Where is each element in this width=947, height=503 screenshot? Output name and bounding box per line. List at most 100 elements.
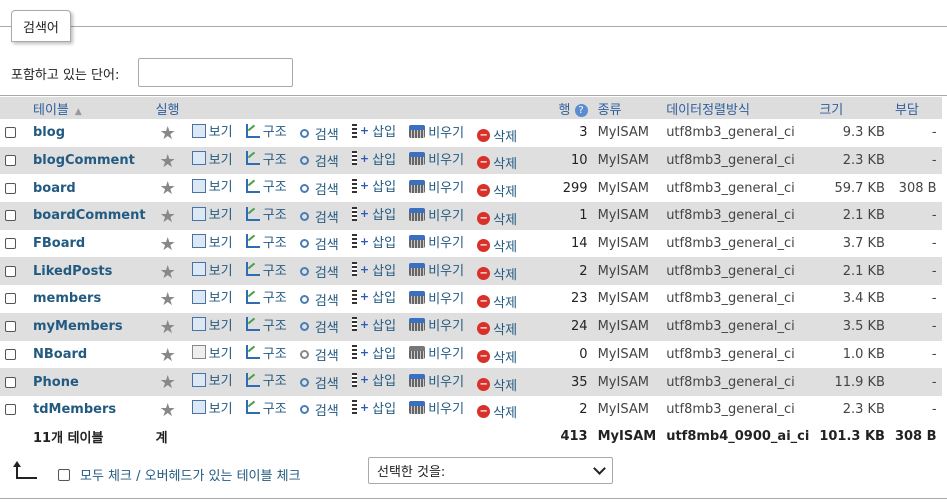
drop-action[interactable]: − 삭제 — [477, 236, 517, 255]
size-cell[interactable]: 2.1 KB — [814, 257, 890, 286]
header-size[interactable]: 크기 — [814, 97, 890, 119]
favorite-star-icon[interactable]: ★ — [160, 263, 176, 281]
row-checkbox[interactable] — [5, 293, 16, 305]
browse-action[interactable]: 보기 — [191, 121, 233, 140]
favorite-star-icon[interactable]: ★ — [160, 401, 176, 419]
drop-action[interactable]: − 삭제 — [477, 375, 517, 394]
search-action[interactable]: 검색 — [299, 262, 339, 281]
drop-action[interactable]: − 삭제 — [477, 209, 517, 228]
insert-action[interactable]: + 삽입 — [351, 315, 396, 334]
insert-action[interactable]: + 삽입 — [351, 260, 396, 279]
size-cell[interactable]: 3.4 KB — [814, 285, 890, 313]
insert-action[interactable]: + 삽입 — [351, 121, 396, 140]
row-checkbox[interactable] — [5, 376, 16, 388]
structure-action[interactable]: 구조 — [245, 398, 287, 417]
filter-input[interactable] — [138, 58, 293, 87]
size-cell[interactable]: 2.3 KB — [814, 146, 890, 175]
header-rows[interactable]: 행 ? — [544, 97, 593, 119]
header-overhead[interactable]: 부담 — [889, 97, 942, 119]
search-action[interactable]: 검색 — [299, 290, 339, 309]
search-action[interactable]: 검색 — [299, 345, 339, 364]
search-action[interactable]: 검색 — [299, 124, 339, 143]
size-cell[interactable]: 3.5 KB — [814, 312, 890, 341]
table-name-link[interactable]: NBoard — [33, 347, 87, 362]
structure-action[interactable]: 구조 — [245, 287, 287, 306]
insert-action[interactable]: + 삽입 — [351, 370, 396, 389]
size-cell[interactable]: 59.7 KB — [814, 174, 890, 203]
favorite-star-icon[interactable]: ★ — [160, 374, 176, 392]
size-cell[interactable]: 2.3 KB — [814, 395, 890, 424]
table-name-link[interactable]: blogComment — [33, 153, 135, 168]
search-action[interactable]: 검색 — [299, 400, 339, 419]
table-name-link[interactable]: Phone — [33, 375, 79, 390]
empty-action[interactable]: 비우기 — [409, 343, 464, 362]
empty-action[interactable]: 비우기 — [409, 371, 464, 390]
browse-action[interactable]: 보기 — [191, 398, 233, 417]
row-checkbox[interactable] — [5, 182, 16, 194]
size-cell[interactable]: 11.9 KB — [814, 368, 890, 396]
drop-action[interactable]: − 삭제 — [477, 347, 517, 366]
table-name-link[interactable]: board — [33, 181, 76, 196]
header-type[interactable]: 종류 — [592, 97, 662, 119]
drop-action[interactable]: − 삭제 — [477, 153, 517, 172]
structure-action[interactable]: 구조 — [245, 149, 287, 168]
empty-action[interactable]: 비우기 — [409, 122, 464, 141]
empty-action[interactable]: 비우기 — [409, 205, 464, 224]
table-name-link[interactable]: blog — [33, 125, 65, 140]
drop-action[interactable]: − 삭제 — [477, 264, 517, 283]
row-checkbox[interactable] — [5, 127, 16, 139]
table-name-link[interactable]: myMembers — [33, 319, 123, 334]
insert-action[interactable]: + 삽입 — [351, 343, 396, 362]
header-table[interactable]: 테이블 ▲ — [28, 97, 151, 119]
search-action[interactable]: 검색 — [299, 151, 339, 170]
browse-action[interactable]: 보기 — [191, 176, 233, 195]
with-selected-select[interactable]: 선택한 것을: — [368, 457, 613, 484]
row-checkbox[interactable] — [5, 210, 16, 222]
drop-action[interactable]: − 삭제 — [477, 181, 517, 200]
search-action[interactable]: 검색 — [299, 207, 339, 226]
structure-action[interactable]: 구조 — [245, 232, 287, 251]
empty-action[interactable]: 비우기 — [409, 315, 464, 334]
size-cell[interactable]: 3.7 KB — [814, 229, 890, 258]
drop-action[interactable]: − 삭제 — [477, 319, 517, 338]
row-checkbox[interactable] — [5, 265, 16, 277]
insert-action[interactable]: + 삽입 — [351, 149, 396, 168]
structure-action[interactable]: 구조 — [245, 204, 287, 223]
insert-action[interactable]: + 삽입 — [351, 287, 396, 306]
browse-action[interactable]: 보기 — [191, 343, 233, 362]
structure-action[interactable]: 구조 — [245, 121, 287, 140]
favorite-star-icon[interactable]: ★ — [160, 318, 176, 336]
insert-action[interactable]: + 삽입 — [351, 398, 396, 417]
favorite-star-icon[interactable]: ★ — [160, 235, 176, 253]
check-all-label[interactable]: 모두 체크 / 오버헤드가 있는 테이블 체크 — [80, 465, 301, 484]
favorite-star-icon[interactable]: ★ — [160, 125, 176, 143]
drop-action[interactable]: − 삭제 — [477, 126, 517, 145]
search-action[interactable]: 검색 — [299, 373, 339, 392]
favorite-star-icon[interactable]: ★ — [160, 152, 176, 170]
search-action[interactable]: 검색 — [299, 179, 339, 198]
empty-action[interactable]: 비우기 — [409, 177, 464, 196]
check-all-control[interactable]: 모두 체크 / 오버헤드가 있는 테이블 체크 — [58, 465, 301, 484]
empty-action[interactable]: 비우기 — [409, 232, 464, 251]
empty-action[interactable]: 비우기 — [409, 398, 464, 417]
size-cell[interactable]: 2.1 KB — [814, 202, 890, 230]
structure-action[interactable]: 구조 — [245, 260, 287, 279]
empty-action[interactable]: 비우기 — [409, 149, 464, 168]
insert-action[interactable]: + 삽입 — [351, 176, 396, 195]
size-cell[interactable]: 1.0 KB — [814, 340, 890, 369]
search-action[interactable]: 검색 — [299, 317, 339, 336]
favorite-star-icon[interactable]: ★ — [160, 291, 176, 309]
size-cell[interactable]: 9.3 KB — [814, 119, 890, 147]
structure-action[interactable]: 구조 — [245, 176, 287, 195]
table-name-link[interactable]: tdMembers — [33, 402, 116, 417]
row-checkbox[interactable] — [5, 238, 16, 250]
table-name-link[interactable]: boardComment — [33, 208, 146, 223]
browse-action[interactable]: 보기 — [191, 287, 233, 306]
help-icon[interactable]: ? — [574, 103, 588, 117]
browse-action[interactable]: 보기 — [191, 260, 233, 279]
drop-action[interactable]: − 삭제 — [477, 402, 517, 421]
insert-action[interactable]: + 삽입 — [351, 232, 396, 251]
browse-action[interactable]: 보기 — [191, 232, 233, 251]
favorite-star-icon[interactable]: ★ — [160, 180, 176, 198]
drop-action[interactable]: − 삭제 — [477, 292, 517, 311]
